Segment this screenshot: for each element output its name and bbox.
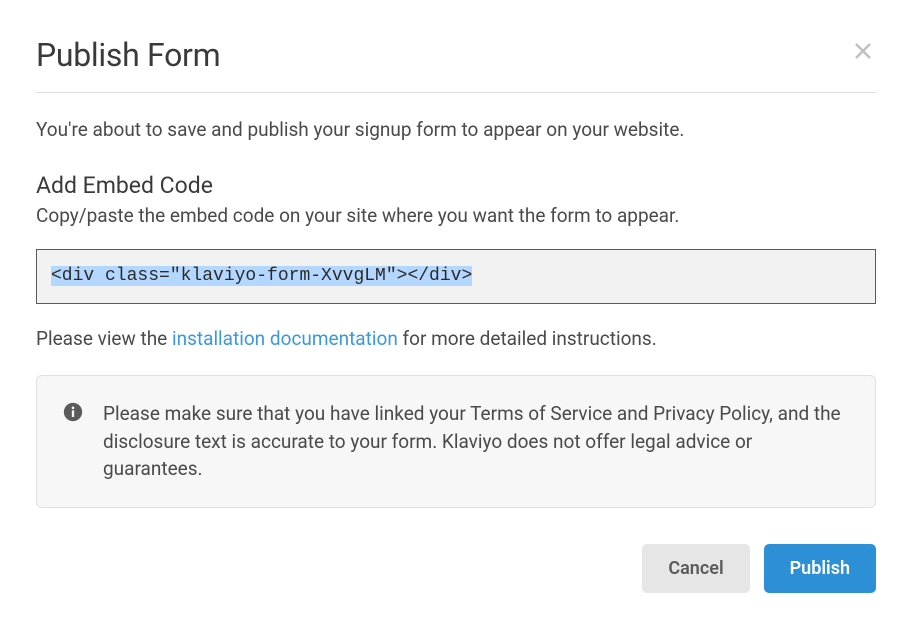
publish-button[interactable]: Publish [764, 544, 876, 593]
close-icon[interactable] [850, 36, 876, 68]
embed-heading: Add Embed Code [36, 172, 876, 199]
info-panel: Please make sure that you have linked yo… [36, 375, 876, 508]
modal-title: Publish Form [36, 36, 220, 74]
docs-suffix: for more detailed instructions. [398, 327, 657, 350]
embed-code-text: <div class="klaviyo-form-XvvgLM"></div> [51, 266, 472, 286]
embed-code-box[interactable]: <div class="klaviyo-form-XvvgLM"></div> [36, 249, 876, 304]
cancel-button[interactable]: Cancel [642, 544, 749, 593]
info-text: Please make sure that you have linked yo… [103, 400, 851, 483]
docs-prefix: Please view the [36, 327, 172, 350]
info-icon [63, 400, 83, 426]
docs-link[interactable]: installation documentation [172, 327, 398, 350]
embed-subtext: Copy/paste the embed code on your site w… [36, 203, 876, 230]
intro-text: You're about to save and publish your si… [36, 117, 876, 144]
modal-header: Publish Form [36, 36, 876, 93]
docs-instruction: Please view the installation documentati… [36, 326, 876, 353]
button-row: Cancel Publish [36, 544, 876, 593]
